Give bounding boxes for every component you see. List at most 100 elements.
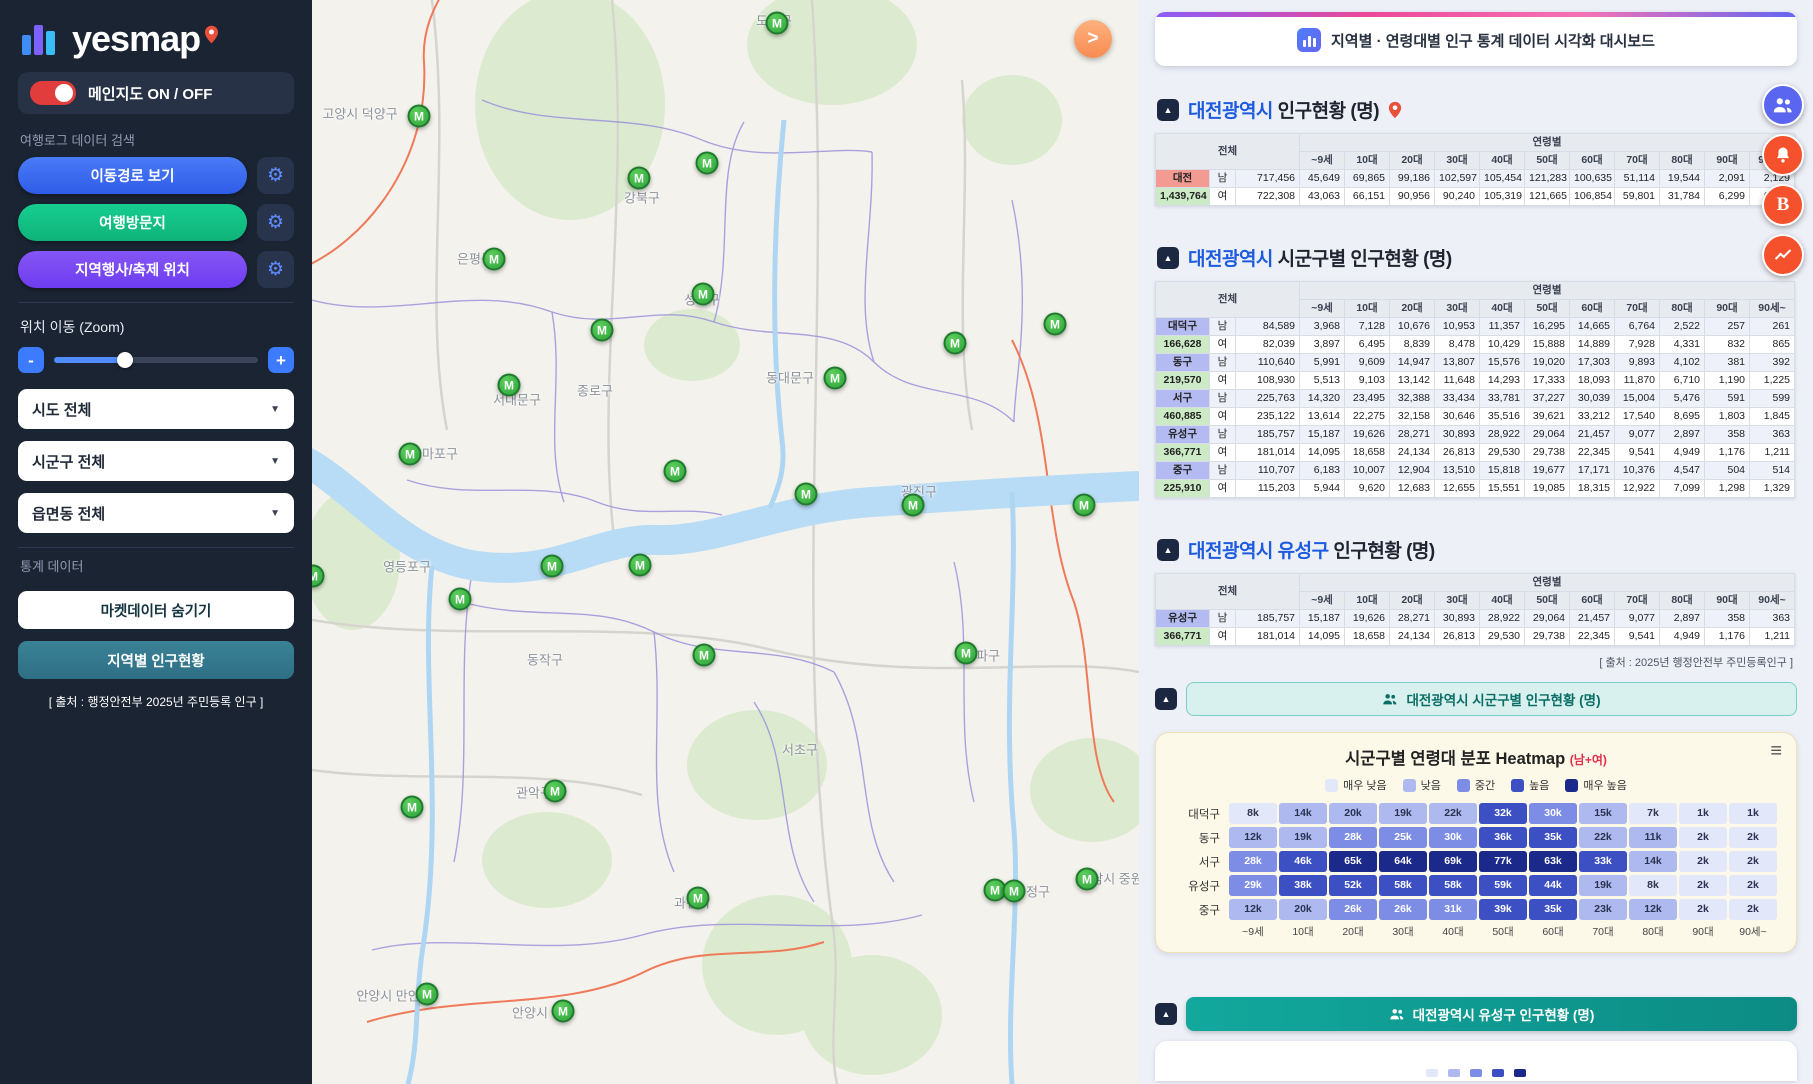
- heatmap-cell[interactable]: 2k: [1679, 875, 1727, 896]
- heatmap-cell[interactable]: 14k: [1279, 803, 1327, 824]
- collapse-toggle[interactable]: ▲: [1157, 99, 1179, 121]
- heatmap-cell[interactable]: 15k: [1579, 803, 1627, 824]
- heatmap-cell[interactable]: 7k: [1629, 803, 1677, 824]
- heatmap-cell[interactable]: 1k: [1679, 803, 1727, 824]
- map-marker[interactable]: M: [628, 167, 651, 190]
- heatmap-cell[interactable]: 11k: [1629, 827, 1677, 848]
- chart-menu-button[interactable]: ≡: [1770, 741, 1782, 761]
- logo[interactable]: yesmap: [18, 14, 294, 72]
- heatmap-cell[interactable]: 8k: [1629, 875, 1677, 896]
- map-marker[interactable]: M: [902, 494, 925, 517]
- float-button-blog[interactable]: B: [1762, 184, 1804, 226]
- settings-button[interactable]: ⚙: [257, 157, 294, 194]
- heatmap-cell[interactable]: 77k: [1479, 851, 1527, 872]
- population-button[interactable]: 지역별 인구현황: [18, 641, 294, 679]
- collapse-toggle[interactable]: ▲: [1155, 688, 1177, 710]
- search-button-3[interactable]: 지역행사/축제 위치: [18, 251, 247, 288]
- heatmap-cell[interactable]: 8k: [1229, 803, 1277, 824]
- settings-button[interactable]: ⚙: [257, 204, 294, 241]
- map-marker[interactable]: M: [766, 12, 789, 35]
- heatmap-cell[interactable]: 44k: [1529, 875, 1577, 896]
- zoom-slider[interactable]: [54, 357, 258, 363]
- map-marker[interactable]: M: [687, 887, 710, 910]
- map-marker[interactable]: M: [541, 555, 564, 578]
- map-marker[interactable]: M: [483, 248, 506, 271]
- heatmap-cell[interactable]: 28k: [1329, 827, 1377, 848]
- heatmap-cell[interactable]: 65k: [1329, 851, 1377, 872]
- heatmap-cell[interactable]: 2k: [1679, 899, 1727, 920]
- heatmap-cell[interactable]: 19k: [1579, 875, 1627, 896]
- heatmap-cell[interactable]: 2k: [1729, 827, 1777, 848]
- heatmap-cell[interactable]: 12k: [1629, 899, 1677, 920]
- heatmap-cell[interactable]: 22k: [1579, 827, 1627, 848]
- heatmap-cell[interactable]: 38k: [1279, 875, 1327, 896]
- heatmap-cell[interactable]: 2k: [1729, 899, 1777, 920]
- map-marker[interactable]: M: [1003, 880, 1026, 903]
- heatmap-cell[interactable]: 26k: [1329, 899, 1377, 920]
- collapse-toggle[interactable]: ▲: [1157, 247, 1179, 269]
- map-marker[interactable]: M: [401, 796, 424, 819]
- heatmap-cell[interactable]: 69k: [1429, 851, 1477, 872]
- float-button-bell[interactable]: [1762, 134, 1804, 176]
- map-marker[interactable]: M: [544, 780, 567, 803]
- heatmap-cell[interactable]: 29k: [1229, 875, 1277, 896]
- map-marker[interactable]: M: [696, 152, 719, 175]
- map-marker[interactable]: M: [944, 332, 967, 355]
- collapse-toggle[interactable]: ▲: [1157, 539, 1179, 561]
- zoom-out-button[interactable]: -: [18, 347, 44, 373]
- map-marker[interactable]: M: [552, 1000, 575, 1023]
- heatmap-cell[interactable]: 2k: [1729, 851, 1777, 872]
- map-marker[interactable]: M: [591, 319, 614, 342]
- heatmap-cell[interactable]: 12k: [1229, 899, 1277, 920]
- map-marker[interactable]: M: [629, 554, 652, 577]
- map-marker[interactable]: M: [1073, 494, 1096, 517]
- heatmap-cell[interactable]: 46k: [1279, 851, 1327, 872]
- region-dropdown-2[interactable]: 시군구 전체▼: [18, 441, 294, 481]
- float-button-chart[interactable]: [1762, 234, 1804, 276]
- map-marker[interactable]: M: [824, 367, 847, 390]
- heatmap-cell[interactable]: 28k: [1229, 851, 1277, 872]
- heatmap-cell[interactable]: 33k: [1579, 851, 1627, 872]
- map-marker[interactable]: M: [416, 983, 439, 1006]
- map-marker[interactable]: M: [399, 443, 422, 466]
- heatmap-cell[interactable]: 30k: [1529, 803, 1577, 824]
- map-marker[interactable]: M: [1076, 868, 1099, 891]
- heatmap-cell[interactable]: 35k: [1529, 827, 1577, 848]
- heatmap-cell[interactable]: 14k: [1629, 851, 1677, 872]
- float-button-people[interactable]: [1762, 84, 1804, 126]
- heatmap-cell[interactable]: 20k: [1279, 899, 1327, 920]
- search-button-2[interactable]: 여행방문지: [18, 204, 247, 241]
- map-marker[interactable]: M: [664, 460, 687, 483]
- map-marker[interactable]: M: [1044, 313, 1067, 336]
- heatmap-cell[interactable]: 39k: [1479, 899, 1527, 920]
- heatmap-cell[interactable]: 19k: [1379, 803, 1427, 824]
- heatmap-cell[interactable]: 35k: [1529, 899, 1577, 920]
- map-marker[interactable]: M: [449, 588, 472, 611]
- heatmap-cell[interactable]: 31k: [1429, 899, 1477, 920]
- heatmap-cell[interactable]: 59k: [1479, 875, 1527, 896]
- heatmap-cell[interactable]: 32k: [1479, 803, 1527, 824]
- map-area[interactable]: > 고양시 덕양구도봉구강북구은평구성북구종로구서대문구마포구동대문구광진구영등…: [312, 0, 1139, 1084]
- zoom-in-button[interactable]: +: [268, 347, 294, 373]
- map-marker[interactable]: M: [692, 283, 715, 306]
- region-dropdown-1[interactable]: 시도 전체▼: [18, 389, 294, 429]
- heatmap-cell[interactable]: 52k: [1329, 875, 1377, 896]
- heatmap-cell[interactable]: 1k: [1729, 803, 1777, 824]
- panel-collapse-button[interactable]: >: [1074, 20, 1112, 58]
- settings-button[interactable]: ⚙: [257, 251, 294, 288]
- heatmap-cell[interactable]: 22k: [1429, 803, 1477, 824]
- region-dropdown-3[interactable]: 읍면동 전체▼: [18, 493, 294, 533]
- zoom-slider-handle[interactable]: [117, 352, 133, 368]
- search-button-1[interactable]: 이동경로 보기: [18, 157, 247, 194]
- map-marker[interactable]: M: [498, 374, 521, 397]
- heatmap-cell[interactable]: 58k: [1379, 875, 1427, 896]
- sigungu-population-banner[interactable]: 대전광역시 시군구별 인구현황 (명): [1186, 682, 1797, 716]
- heatmap-cell[interactable]: 36k: [1479, 827, 1527, 848]
- map-marker[interactable]: M: [408, 105, 431, 128]
- heatmap-cell[interactable]: 58k: [1429, 875, 1477, 896]
- yuseong-population-banner[interactable]: 대전광역시 유성구 인구현황 (명): [1186, 997, 1797, 1031]
- heatmap-cell[interactable]: 12k: [1229, 827, 1277, 848]
- heatmap-cell[interactable]: 64k: [1379, 851, 1427, 872]
- heatmap-cell[interactable]: 25k: [1379, 827, 1427, 848]
- heatmap-cell[interactable]: 63k: [1529, 851, 1577, 872]
